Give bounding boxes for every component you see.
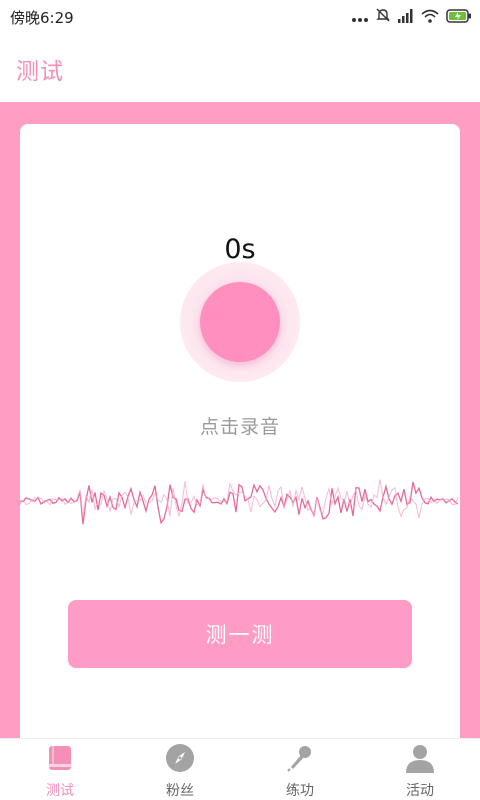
status-bar: 傍晚6:29	[0, 0, 480, 34]
waveform-graphic	[20, 479, 459, 525]
alarm-off-icon	[375, 7, 391, 27]
tab-test[interactable]: 测试	[0, 739, 120, 800]
record-button[interactable]	[200, 282, 280, 362]
content-background: 0s 点击录音 测一测	[0, 102, 480, 738]
status-time: 傍晚6:29	[10, 9, 74, 27]
record-button-halo	[180, 262, 300, 382]
bottom-tab-bar: 测试 粉丝 练功 活动	[0, 738, 480, 800]
microphone-icon	[284, 742, 316, 774]
tab-practice[interactable]: 练功	[240, 739, 360, 800]
app-header: 测试	[0, 34, 480, 102]
tab-label: 粉丝	[166, 783, 194, 799]
page-title: 测试	[16, 59, 64, 85]
tab-label: 测试	[46, 783, 74, 799]
recorder-card: 0s 点击录音 测一测	[20, 124, 460, 738]
compass-icon	[164, 742, 196, 774]
more-dots-icon	[352, 8, 368, 27]
tab-activity[interactable]: 活动	[360, 739, 480, 800]
book-icon	[44, 742, 76, 774]
record-timer: 0s	[224, 234, 256, 265]
wifi-icon	[421, 8, 439, 27]
person-icon	[404, 742, 436, 774]
battery-charging-icon	[446, 8, 472, 27]
tab-label: 活动	[406, 783, 434, 799]
signal-icon	[398, 8, 414, 27]
test-button[interactable]: 测一测	[68, 600, 412, 668]
status-icons	[352, 8, 472, 26]
tab-label: 练功	[286, 783, 314, 799]
record-hint-label: 点击录音	[199, 416, 280, 438]
tab-fans[interactable]: 粉丝	[120, 739, 240, 800]
